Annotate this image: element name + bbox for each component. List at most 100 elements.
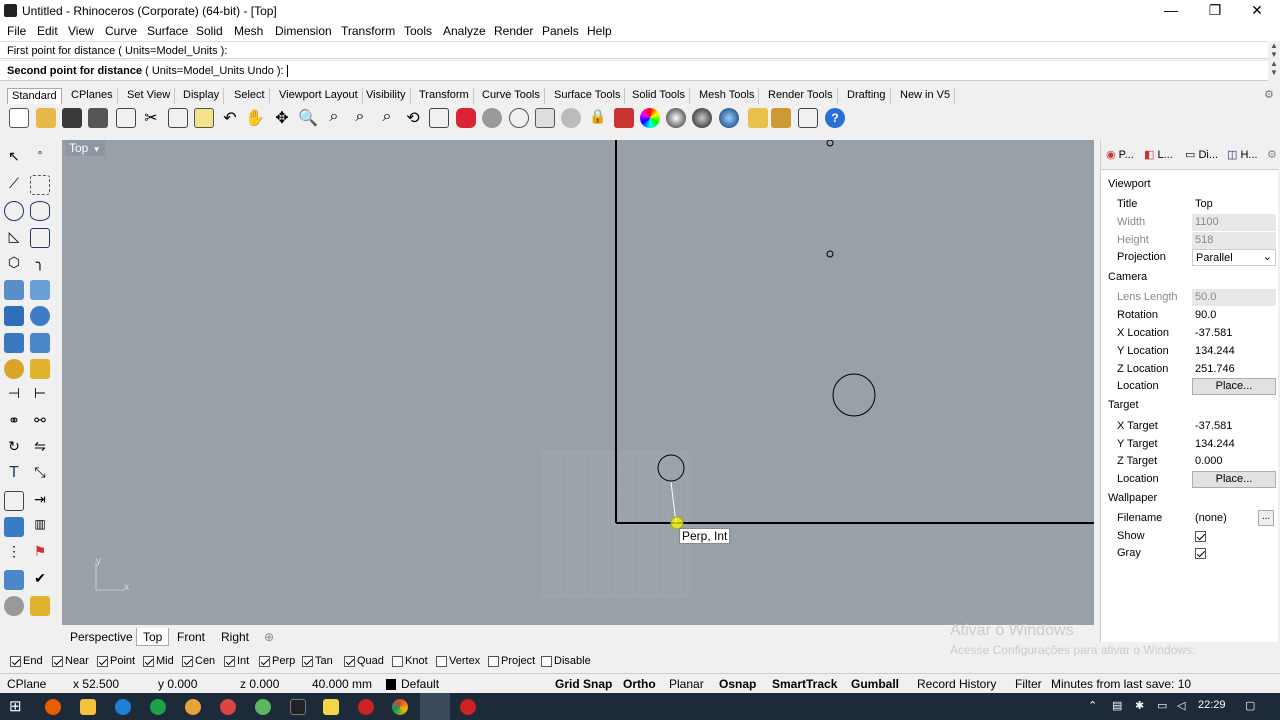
color-wheel-icon[interactable] xyxy=(640,108,660,128)
osnap-point-checkbox[interactable] xyxy=(97,655,108,667)
light-bulb-icon[interactable] xyxy=(561,108,581,128)
menu-edit[interactable]: Edit xyxy=(37,24,58,38)
rotation-field[interactable]: 90.0 xyxy=(1192,307,1276,324)
osnap-tan[interactable]: Tan xyxy=(302,655,333,667)
scale-icon[interactable]: ⤡ xyxy=(30,464,50,484)
hatch-icon[interactable]: ▥ xyxy=(30,517,50,537)
osnap-toggle[interactable]: Osnap xyxy=(719,677,756,691)
polygon-icon[interactable]: ⬡ xyxy=(4,254,24,274)
panel-tab-display[interactable]: ▭ Di... xyxy=(1185,148,1218,161)
layer-icon[interactable] xyxy=(535,108,555,128)
tab-cplanes[interactable]: CPlanes xyxy=(67,88,118,104)
sweep-icon[interactable] xyxy=(4,570,24,590)
zoom-window-icon[interactable]: ⌕ xyxy=(324,108,344,128)
mesh-sphere-icon[interactable] xyxy=(4,596,24,616)
green-app-icon[interactable] xyxy=(150,699,166,715)
tab-transform[interactable]: Transform xyxy=(415,88,474,104)
osnap-cen[interactable]: Cen xyxy=(182,655,215,667)
tab-viewport-layout[interactable]: Viewport Layout xyxy=(275,88,363,104)
filter-toggle[interactable]: Filter xyxy=(1015,677,1042,691)
select-icon[interactable] xyxy=(509,108,529,128)
dark-app-icon[interactable] xyxy=(290,699,306,715)
tab-surface-tools[interactable]: Surface Tools xyxy=(550,88,626,104)
gray-checkbox[interactable] xyxy=(1195,547,1206,559)
windows-start-icon[interactable]: ⊞ xyxy=(9,699,25,715)
dimension-icon[interactable] xyxy=(798,108,818,128)
z-target-field[interactable]: 0.000 xyxy=(1192,453,1276,470)
group-icon[interactable]: ⚭ xyxy=(4,412,24,432)
z-location-field[interactable]: 251.746 xyxy=(1192,361,1276,378)
tab-right[interactable]: Right xyxy=(215,628,255,646)
menu-file[interactable]: File xyxy=(7,24,26,38)
curve-control-points-icon[interactable] xyxy=(30,175,50,195)
tab-top[interactable]: Top xyxy=(136,628,170,646)
osnap-point[interactable]: Point xyxy=(97,655,135,667)
cut-icon[interactable]: ✂ xyxy=(141,108,161,128)
firefox-icon[interactable] xyxy=(45,699,61,715)
smarttrack-toggle[interactable]: SmartTrack xyxy=(772,677,837,691)
osnap-vertex-checkbox[interactable] xyxy=(436,655,447,667)
osnap-project-checkbox[interactable] xyxy=(488,655,499,667)
rotate-view-icon[interactable]: ✥ xyxy=(272,108,292,128)
ellipse-icon[interactable] xyxy=(30,201,50,221)
osnap-vertex[interactable]: Vertex xyxy=(436,655,480,667)
planar-toggle[interactable]: Planar xyxy=(669,677,704,691)
osnap-int[interactable]: Int xyxy=(224,655,249,667)
osnap-project[interactable]: Project xyxy=(488,655,535,667)
menu-surface[interactable]: Surface xyxy=(147,24,188,38)
osnap-knot-checkbox[interactable] xyxy=(392,655,403,667)
shaded-display-icon[interactable] xyxy=(666,108,686,128)
osnap-end[interactable]: End xyxy=(10,655,43,667)
menu-tools[interactable]: Tools xyxy=(404,24,432,38)
panel-options-gear-icon[interactable]: ⚙ xyxy=(1267,148,1277,161)
text-icon[interactable]: T xyxy=(4,464,24,484)
mirror-icon[interactable]: ⇋ xyxy=(30,438,50,458)
osnap-disable-checkbox[interactable] xyxy=(541,655,552,667)
osnap-mid[interactable]: Mid xyxy=(143,655,174,667)
toolbar-options-gear-icon[interactable]: ⚙ xyxy=(1264,88,1274,101)
point-icon[interactable]: ∘ xyxy=(30,148,50,168)
menu-analyze[interactable]: Analyze xyxy=(443,24,486,38)
ungroup-icon[interactable]: ⚯ xyxy=(30,412,50,432)
chrome-icon[interactable] xyxy=(392,699,408,715)
show-checkbox[interactable] xyxy=(1195,530,1206,542)
minimize-button[interactable]: — xyxy=(1148,0,1194,22)
polyline-icon[interactable]: ⟋ xyxy=(4,175,24,195)
menu-curve[interactable]: Curve xyxy=(105,24,137,38)
osnap-int-checkbox[interactable] xyxy=(224,655,235,667)
projection-dropdown[interactable]: Parallel ⌄ xyxy=(1192,249,1276,266)
menu-mesh[interactable]: Mesh xyxy=(234,24,263,38)
object-properties-icon[interactable] xyxy=(482,108,502,128)
tray-network-icon[interactable]: ▤ xyxy=(1112,699,1122,712)
render-icon[interactable] xyxy=(719,108,739,128)
tab-solid-tools[interactable]: Solid Tools xyxy=(628,88,690,104)
menu-panels[interactable]: Panels xyxy=(542,24,579,38)
osnap-perp-checkbox[interactable] xyxy=(259,655,270,667)
panel-tab-properties[interactable]: ◉ P... xyxy=(1106,148,1134,161)
tab-front[interactable]: Front xyxy=(171,628,211,646)
pan-hand-icon[interactable]: ✋ xyxy=(245,108,265,128)
tab-set-view[interactable]: Set View xyxy=(123,88,176,104)
undo-icon[interactable]: ↶ xyxy=(220,108,240,128)
rhino-taskbar-item[interactable] xyxy=(420,693,450,720)
command-prompt[interactable]: Second point for distance ( Units=Model_… xyxy=(0,61,1268,81)
menu-view[interactable]: View xyxy=(68,24,94,38)
mesh-icon[interactable] xyxy=(4,333,24,353)
osnap-disable[interactable]: Disable xyxy=(541,655,591,667)
tab-mesh-tools[interactable]: Mesh Tools xyxy=(695,88,760,104)
print-icon[interactable] xyxy=(88,108,108,128)
array-icon[interactable] xyxy=(4,491,24,511)
tray-bluetooth-icon[interactable]: ✱ xyxy=(1135,699,1144,712)
surface-from-points-icon[interactable] xyxy=(4,280,24,300)
check-icon[interactable]: ✔ xyxy=(30,570,50,590)
arc-icon[interactable]: ◺ xyxy=(4,228,24,248)
osnap-tan-checkbox[interactable] xyxy=(302,655,313,667)
filename-field[interactable]: (none) xyxy=(1192,510,1258,527)
osnap-near-checkbox[interactable] xyxy=(52,655,63,667)
zoom-selected-icon[interactable]: ⌕ xyxy=(377,108,397,128)
circle-icon[interactable] xyxy=(4,201,24,221)
osnap-end-checkbox[interactable] xyxy=(10,655,21,667)
file-explorer-icon[interactable] xyxy=(80,699,96,715)
red-app-icon[interactable] xyxy=(220,699,236,715)
boolean-union-icon[interactable] xyxy=(30,306,50,326)
